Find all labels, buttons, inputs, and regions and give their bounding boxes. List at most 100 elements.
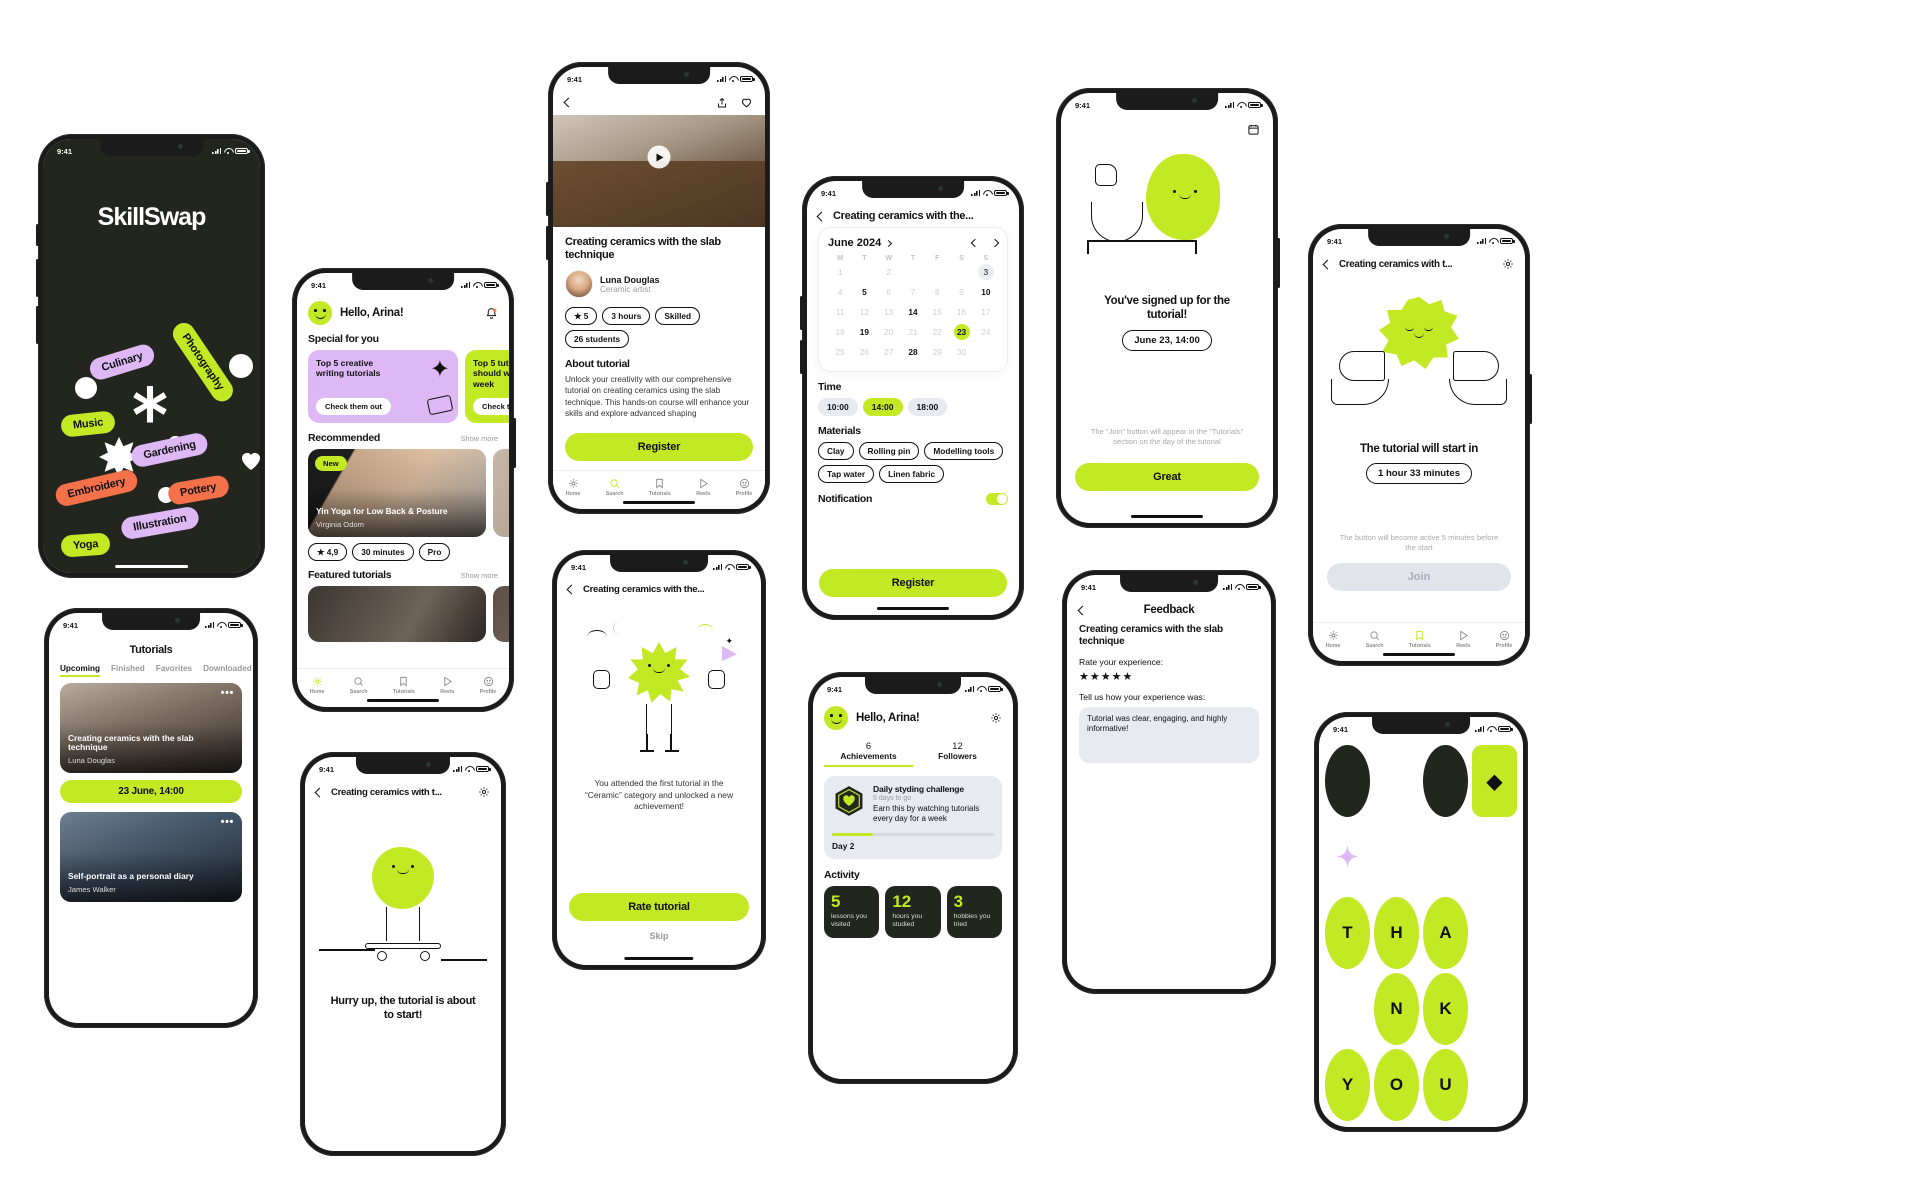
promo-card[interactable]: Top 5 tutorials you should watch this we… [465, 350, 509, 423]
skill-chip-photography[interactable]: Photography [168, 318, 238, 406]
tab-tutorials[interactable]: Tutorials [393, 676, 415, 695]
tab-profile[interactable]: Profile [1496, 630, 1512, 649]
tab-home[interactable]: Home [309, 676, 325, 695]
wifi-icon [1235, 584, 1243, 590]
back-icon[interactable] [563, 97, 574, 108]
register-button[interactable]: Register [565, 433, 753, 461]
section-recommended: Recommended [308, 432, 380, 444]
wifi-icon [217, 622, 225, 628]
nav-bar: Creating ceramics with the... [557, 577, 761, 600]
featured-card[interactable] [308, 586, 486, 642]
back-icon[interactable] [1322, 259, 1333, 269]
letter-cell: H [1374, 897, 1419, 969]
calendar-day[interactable]: 5 [852, 284, 876, 300]
tab-upcoming[interactable]: Upcoming [60, 664, 101, 677]
calendar-next-icon[interactable] [990, 238, 1000, 248]
time-option[interactable]: 10:00 [818, 398, 858, 416]
avatar[interactable] [308, 301, 332, 325]
tab-downloaded[interactable]: Downloaded [203, 664, 252, 677]
calendar-day[interactable]: 23 [953, 324, 970, 340]
notification-toggle[interactable] [986, 493, 1008, 505]
great-button[interactable]: Great [1075, 463, 1259, 491]
tab-profile[interactable]: Profile [480, 676, 496, 695]
rate-tutorial-button[interactable]: Rate tutorial [569, 893, 749, 921]
tab-bar: Home Search Tutorials Reels Profile [297, 668, 509, 698]
calendar-day[interactable]: 10 [974, 284, 998, 300]
battery-icon [740, 75, 755, 83]
skill-chip-yoga[interactable]: Yoga [60, 532, 111, 558]
back-icon[interactable] [816, 211, 827, 221]
featured-card[interactable] [493, 586, 509, 642]
rating-stars[interactable]: ★★★★★ [1079, 670, 1259, 683]
calendar-icon[interactable] [1247, 123, 1260, 136]
skill-chip-pottery[interactable]: Pottery [166, 473, 230, 507]
tab-tutorials[interactable]: Tutorials [649, 478, 671, 497]
gear-icon[interactable] [990, 712, 1002, 724]
stat-label-achievements[interactable]: Achievements [824, 751, 913, 761]
mascot-skateboard-illustration [305, 831, 501, 981]
stat-label-followers[interactable]: Followers [913, 751, 1002, 761]
heart-icon[interactable] [740, 96, 753, 109]
recommended-card[interactable]: New Yin Yoga for Low Back & Posture Virg… [308, 449, 486, 537]
gear-icon[interactable] [1502, 258, 1514, 270]
tab-reels[interactable]: Reels [440, 676, 454, 695]
skill-chip-culinary[interactable]: Culinary [87, 341, 158, 383]
tab-label: Home [309, 688, 325, 695]
tab-home[interactable]: Home [1326, 630, 1340, 649]
time-option[interactable]: 18:00 [907, 398, 948, 416]
register-button[interactable]: Register [819, 569, 1007, 597]
show-more-featured[interactable]: Show more [461, 571, 498, 580]
tab-finished[interactable]: Finished [111, 664, 145, 677]
avatar[interactable] [824, 706, 848, 730]
join-button[interactable]: Join [1327, 563, 1511, 591]
recommended-card[interactable] [493, 449, 509, 537]
challenge-card[interactable]: Daily styding challenge 5 days to go Ear… [824, 776, 1002, 859]
back-icon[interactable] [314, 787, 325, 797]
skill-chip-embroidery[interactable]: Embroidery [53, 467, 140, 509]
countdown-timer-pill: 1 hour 33 minutes [1365, 463, 1473, 484]
tab-reels[interactable]: Reels [1456, 630, 1470, 649]
calendar-day[interactable]: 14 [901, 304, 925, 320]
promo-card[interactable]: Top 5 creative writing tutorials ✦ Check… [308, 350, 458, 423]
tutorial-video-thumbnail[interactable] [553, 115, 765, 227]
calendar-day-empty [974, 344, 998, 360]
status-bar: 9:41 [813, 677, 1013, 697]
time-option[interactable]: 14:00 [862, 398, 903, 416]
chevron-right-icon [885, 239, 893, 247]
skip-button[interactable]: Skip [557, 931, 761, 941]
tutorial-time-button[interactable]: 23 June, 14:00 [60, 780, 242, 803]
card-more-icon[interactable]: ••• [221, 816, 234, 828]
card-more-icon[interactable]: ••• [221, 687, 234, 699]
share-icon[interactable] [716, 97, 728, 109]
calendar-day: 4 [837, 287, 843, 297]
tab-home[interactable]: Home [566, 478, 580, 497]
review-textarea[interactable]: Tutorial was clear, engaging, and highly… [1079, 707, 1259, 763]
tab-profile[interactable]: Profile [736, 478, 752, 497]
greeting: Hello, Arina! [856, 712, 920, 724]
calendar-month-selector[interactable]: June 2024 [828, 237, 893, 249]
tab-search[interactable]: Search [1366, 630, 1383, 649]
battery-icon [1500, 237, 1515, 245]
tutorial-card[interactable]: ••• Self-portrait as a personal diary Ja… [60, 812, 242, 902]
promo-button[interactable]: Check them out [473, 398, 509, 415]
skill-chip-illustration[interactable]: Illustration [119, 505, 201, 541]
calendar-day[interactable]: 28 [901, 344, 925, 360]
decor-heart-icon [239, 449, 260, 477]
back-icon[interactable] [566, 584, 577, 595]
calendar-prev-icon[interactable] [970, 238, 980, 248]
play-button-icon[interactable] [647, 145, 671, 169]
tab-search[interactable]: Search [606, 478, 623, 497]
notification-bell-icon[interactable] [485, 307, 498, 320]
show-more-recommended[interactable]: Show more [461, 434, 498, 443]
tutorial-card[interactable]: ••• Creating ceramics with the slab tech… [60, 683, 242, 773]
tab-favorites[interactable]: Favorites [156, 664, 192, 677]
tab-reels[interactable]: Reels [696, 478, 710, 497]
skill-chip-music[interactable]: Music [59, 410, 117, 438]
tab-search[interactable]: Search [350, 676, 367, 695]
calendar-day[interactable]: 19 [852, 324, 876, 340]
gear-icon[interactable] [478, 786, 490, 798]
tab-tutorials[interactable]: Tutorials [1409, 630, 1431, 649]
calendar-day[interactable]: 3 [977, 264, 994, 280]
phone-signed-up: 9:41 You've signed up for the tutorial! … [1056, 88, 1280, 528]
promo-button[interactable]: Check them out [316, 398, 391, 415]
